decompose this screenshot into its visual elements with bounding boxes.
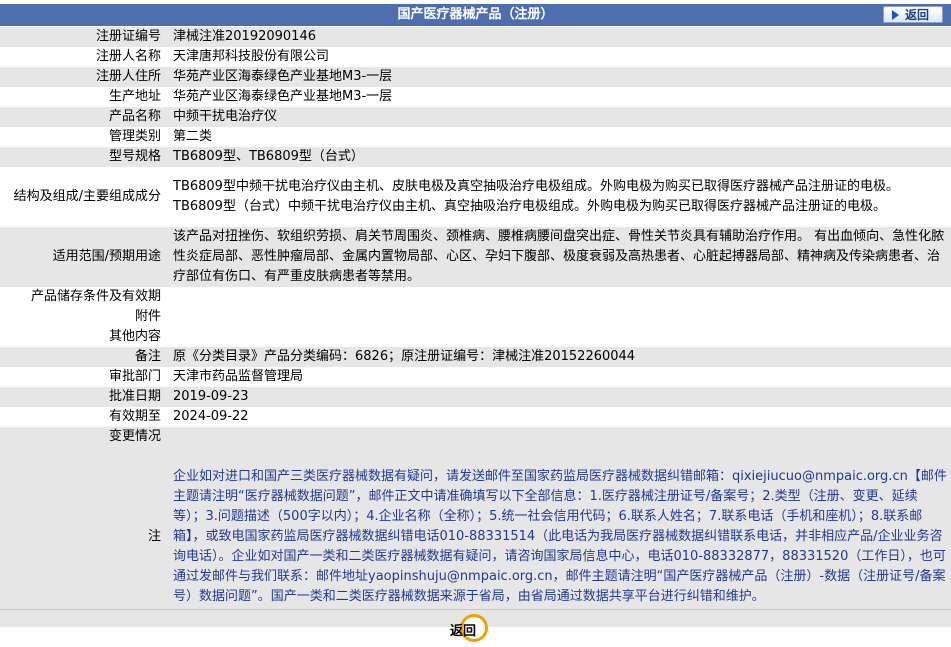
- row-valid-until: 有效期至 2024-09-22: [0, 407, 951, 427]
- row-model-spec: 型号规格 TB6809型、TB6809型（台式）: [0, 147, 951, 167]
- row-remarks: 备注 原《分类目录》产品分类编码：6826；原注册证编号：津械注准2015226…: [0, 347, 951, 367]
- field-label: 审批部门: [0, 367, 163, 387]
- field-label: 变更情况: [0, 427, 163, 447]
- row-product-name: 产品名称 中频干扰电治疗仪: [0, 107, 951, 127]
- field-label: 注册人名称: [0, 47, 163, 67]
- field-label: 备注: [0, 347, 163, 367]
- page-title-bar: 国产医疗器械产品（注册） 返回: [0, 4, 951, 26]
- row-attachments: 附件: [0, 307, 951, 327]
- row-structure-composition: 结构及组成/主要组成成分 TB6809型中频干扰电治疗仪由主机、皮肤电极及真空抽…: [0, 167, 951, 227]
- row-storage-conditions: 产品储存条件及有效期: [0, 287, 951, 307]
- field-label: 适用范围/预期用途: [0, 227, 163, 287]
- row-approval-date: 批准日期 2019-09-23: [0, 387, 951, 407]
- field-value: 2019-09-23: [163, 387, 951, 407]
- note-text: 企业如对进口和国产三类医疗器械数据有疑问，请发送邮件至国家药监局医疗器械数据纠错…: [163, 447, 951, 627]
- footer: 返回: [0, 609, 951, 647]
- field-value: [163, 307, 951, 327]
- back-button-top[interactable]: 返回: [883, 6, 943, 23]
- row-intended-use: 适用范围/预期用途 该产品对扭挫伤、软组织劳损、肩关节周围炎、颈椎病、腰椎病腰间…: [0, 227, 951, 287]
- arrow-right-icon: [892, 10, 899, 20]
- row-production-address: 生产地址 华苑产业区海泰绿色产业基地M3-一层: [0, 87, 951, 107]
- field-label: 管理类别: [0, 127, 163, 147]
- field-label: 生产地址: [0, 87, 163, 107]
- detail-table: 注册证编号 津械注准20192090146 注册人名称 天津唐邦科技股份有限公司…: [0, 27, 951, 627]
- field-value: 华苑产业区海泰绿色产业基地M3-一层: [163, 87, 951, 107]
- field-value: 中频干扰电治疗仪: [163, 107, 951, 127]
- field-label: 结构及组成/主要组成成分: [0, 167, 163, 227]
- field-label: 有效期至: [0, 407, 163, 427]
- row-approval-department: 审批部门 天津市药品监督管理局: [0, 367, 951, 387]
- row-registrant-address: 注册人住所 华苑产业区海泰绿色产业基地M3-一层: [0, 67, 951, 87]
- field-label: 产品名称: [0, 107, 163, 127]
- back-button-bottom-label: 返回: [450, 624, 477, 639]
- page-title: 国产医疗器械产品（注册）: [397, 7, 554, 22]
- row-change-history: 变更情况: [0, 427, 951, 447]
- field-value: [163, 327, 951, 347]
- row-other-content: 其他内容: [0, 327, 951, 347]
- field-label: 附件: [0, 307, 163, 327]
- field-label: 其他内容: [0, 327, 163, 347]
- field-value: 天津市药品监督管理局: [163, 367, 951, 387]
- field-value: TB6809型中频干扰电治疗仪由主机、皮肤电极及真空抽吸治疗电极组成。外购电极为…: [163, 167, 951, 227]
- field-value: 2024-09-22: [163, 407, 951, 427]
- field-label: 批准日期: [0, 387, 163, 407]
- note-label: 注: [0, 447, 163, 627]
- field-label: 产品储存条件及有效期: [0, 287, 163, 307]
- back-button-bottom[interactable]: 返回: [446, 614, 496, 642]
- field-value: 该产品对扭挫伤、软组织劳损、肩关节周围炎、颈椎病、腰椎病腰间盘突出症、骨性关节炎…: [163, 227, 951, 287]
- field-value: 第二类: [163, 127, 951, 147]
- field-label: 型号规格: [0, 147, 163, 167]
- field-value: TB6809型、TB6809型（台式）: [163, 147, 951, 167]
- field-value: 津械注准20192090146: [163, 27, 951, 47]
- field-value: 华苑产业区海泰绿色产业基地M3-一层: [163, 67, 951, 87]
- field-value: 原《分类目录》产品分类编码：6826；原注册证编号：津械注准2015226004…: [163, 347, 951, 367]
- row-note: 注 企业如对进口和国产三类医疗器械数据有疑问，请发送邮件至国家药监局医疗器械数据…: [0, 447, 951, 627]
- field-value: [163, 427, 951, 447]
- back-button-top-label: 返回: [905, 8, 930, 22]
- field-value: 天津唐邦科技股份有限公司: [163, 47, 951, 67]
- row-management-category: 管理类别 第二类: [0, 127, 951, 147]
- row-registration-number: 注册证编号 津械注准20192090146: [0, 27, 951, 47]
- field-value: [163, 287, 951, 307]
- field-label: 注册人住所: [0, 67, 163, 87]
- field-label: 注册证编号: [0, 27, 163, 47]
- row-registrant-name: 注册人名称 天津唐邦科技股份有限公司: [0, 47, 951, 67]
